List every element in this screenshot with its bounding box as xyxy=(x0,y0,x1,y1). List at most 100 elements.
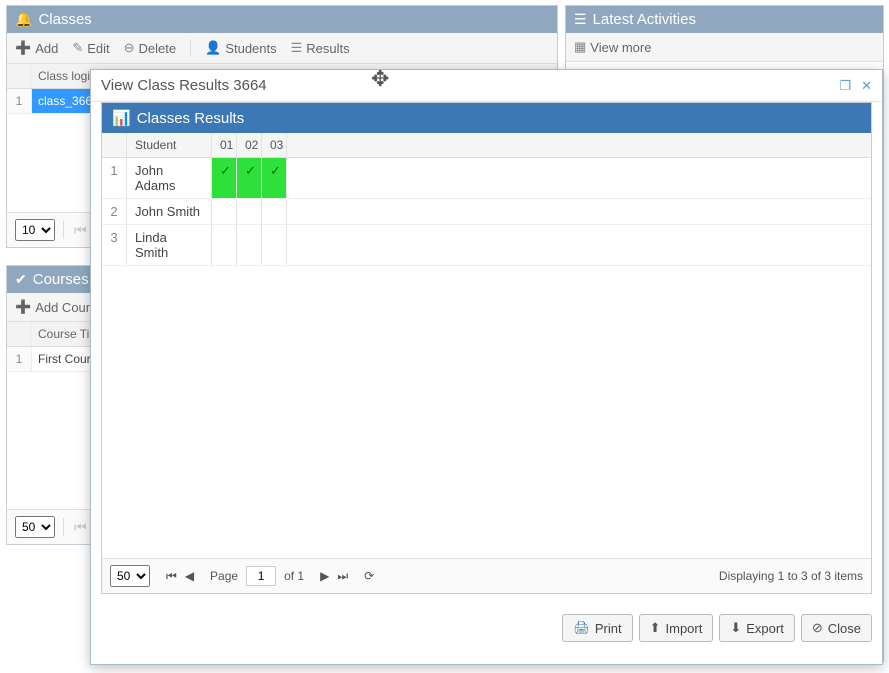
view-results-dialog: View Class Results 3664 ✥ ❐ ✕ 📊 Classes … xyxy=(90,69,883,665)
page-label: Page xyxy=(210,569,238,583)
prev-page-icon[interactable]: ◀ xyxy=(185,569,194,583)
col-01-header[interactable]: 01 xyxy=(212,133,237,157)
pager-status: Displaying 1 to 3 of 3 items xyxy=(719,569,863,583)
view-more-label: View more xyxy=(590,40,651,55)
student-header[interactable]: Student xyxy=(127,133,212,157)
results-row[interactable]: 1John Adams✓✓✓ xyxy=(102,158,871,199)
upload-icon: ⬆ xyxy=(650,620,661,636)
list-icon: ☰ xyxy=(291,40,303,56)
row-number-header xyxy=(7,64,32,88)
activities-header: ☰ Latest Activities xyxy=(566,6,883,33)
first-page-icon[interactable]: ⏮ xyxy=(72,519,89,536)
row-number: 1 xyxy=(7,89,32,113)
row-number: 2 xyxy=(102,199,127,224)
row-number: 1 xyxy=(7,347,32,371)
maximize-icon[interactable]: ❐ xyxy=(839,78,851,94)
user-icon: 👤 xyxy=(205,40,221,56)
add-button[interactable]: ➕ Add xyxy=(15,40,58,56)
last-page-icon[interactable]: ⏭ xyxy=(337,569,348,584)
download-icon: ⬇ xyxy=(730,620,741,636)
row-number: 3 xyxy=(102,225,127,265)
result-cell: ✓ xyxy=(212,158,237,198)
result-cell xyxy=(237,199,262,224)
page-size-select[interactable]: 50 xyxy=(15,516,55,538)
result-cell: ✓ xyxy=(237,158,262,198)
results-grid: Student 01 02 03 1John Adams✓✓✓2John Smi… xyxy=(102,133,871,266)
students-button[interactable]: 👤 Students xyxy=(205,40,277,56)
print-label: Print xyxy=(595,621,622,636)
row-number-header xyxy=(7,322,32,346)
dialog-footer: 🖨 Print ⬆ Import ⬇ Export ⊘ Close xyxy=(91,604,882,652)
results-panel: 📊 Classes Results Student 01 02 03 1John… xyxy=(101,102,872,594)
ban-icon: ⊘ xyxy=(812,620,823,636)
printer-icon: 🖨 xyxy=(573,620,590,636)
of-label: of 1 xyxy=(284,569,304,583)
results-row[interactable]: 3Linda Smith xyxy=(102,225,871,266)
dialog-titlebar[interactable]: View Class Results 3664 ✥ ❐ ✕ xyxy=(91,70,882,102)
result-cell xyxy=(237,225,262,265)
toolbar-separator xyxy=(190,39,191,57)
activities-title: Latest Activities xyxy=(593,11,696,28)
row-number-header xyxy=(102,133,127,157)
page-size-select[interactable]: 50 xyxy=(110,565,150,587)
results-panel-header: 📊 Classes Results xyxy=(102,103,871,133)
close-icon[interactable]: ✕ xyxy=(861,78,872,94)
bar-chart-icon: 📊 xyxy=(112,109,131,127)
student-cell: Linda Smith xyxy=(127,225,212,265)
check-circle-icon: ✔ xyxy=(15,271,27,288)
import-label: Import xyxy=(666,621,703,636)
results-grid-header: Student 01 02 03 xyxy=(102,133,871,158)
result-cell xyxy=(212,199,237,224)
results-pager: 50 ⏮ ◀ Page of 1 ▶ ⏭ ⟳ Displaying 1 to 3… xyxy=(102,558,871,593)
refresh-icon[interactable]: ⟳ xyxy=(364,569,374,583)
move-cursor-icon: ✥ xyxy=(371,66,389,92)
delete-button[interactable]: ⊖ Delete xyxy=(124,40,176,56)
page-input[interactable] xyxy=(246,566,276,586)
result-cell xyxy=(262,199,287,224)
page-size-select[interactable]: 10 xyxy=(15,219,55,241)
results-panel-title: Classes Results xyxy=(137,110,245,127)
pager-separator xyxy=(63,221,64,239)
list-icon: ☰ xyxy=(574,11,587,28)
export-button[interactable]: ⬇ Export xyxy=(719,614,794,642)
students-label: Students xyxy=(225,41,276,56)
first-page-icon[interactable]: ⏮ xyxy=(166,569,177,584)
print-button[interactable]: 🖨 Print xyxy=(562,614,632,642)
export-label: Export xyxy=(746,621,784,636)
results-content: Student 01 02 03 1John Adams✓✓✓2John Smi… xyxy=(102,133,871,593)
activities-toolbar: ▦ View more xyxy=(566,33,883,62)
close-label: Close xyxy=(828,621,861,636)
col-02-header[interactable]: 02 xyxy=(237,133,262,157)
close-button[interactable]: ⊘ Close xyxy=(801,614,872,642)
results-label: Results xyxy=(306,41,349,56)
first-page-icon[interactable]: ⏮ xyxy=(72,222,89,239)
result-cell: ✓ xyxy=(262,158,287,198)
classes-panel-header: 🔔 Classes xyxy=(7,6,557,33)
classes-title: Classes xyxy=(38,11,91,28)
view-more-button[interactable]: ▦ View more xyxy=(574,39,651,55)
student-cell: John Adams xyxy=(127,158,212,198)
next-page-icon[interactable]: ▶ xyxy=(320,569,329,583)
result-cell xyxy=(212,225,237,265)
delete-label: Delete xyxy=(139,41,177,56)
import-button[interactable]: ⬆ Import xyxy=(639,614,714,642)
add-label: Add xyxy=(35,41,58,56)
plus-circle-icon: ➕ xyxy=(15,299,31,315)
classes-toolbar: ➕ Add ✎ Edit ⊖ Delete 👤 Students ☰Results xyxy=(7,33,557,64)
edit-label: Edit xyxy=(87,41,109,56)
results-row[interactable]: 2John Smith xyxy=(102,199,871,225)
row-number: 1 xyxy=(102,158,127,198)
col-03-header[interactable]: 03 xyxy=(262,133,287,157)
plus-circle-icon: ➕ xyxy=(15,40,31,56)
student-cell: John Smith xyxy=(127,199,212,224)
minus-circle-icon: ⊖ xyxy=(124,40,135,56)
results-button[interactable]: ☰Results xyxy=(291,40,350,56)
result-cell xyxy=(262,225,287,265)
dialog-title: View Class Results 3664 xyxy=(101,77,267,94)
pencil-icon: ✎ xyxy=(72,40,83,56)
courses-title: Courses xyxy=(33,271,89,288)
dialog-body: 📊 Classes Results Student 01 02 03 1John… xyxy=(91,102,882,604)
window-controls: ❐ ✕ xyxy=(839,78,872,94)
edit-button[interactable]: ✎ Edit xyxy=(72,40,109,56)
grid-icon: ▦ xyxy=(574,39,586,55)
